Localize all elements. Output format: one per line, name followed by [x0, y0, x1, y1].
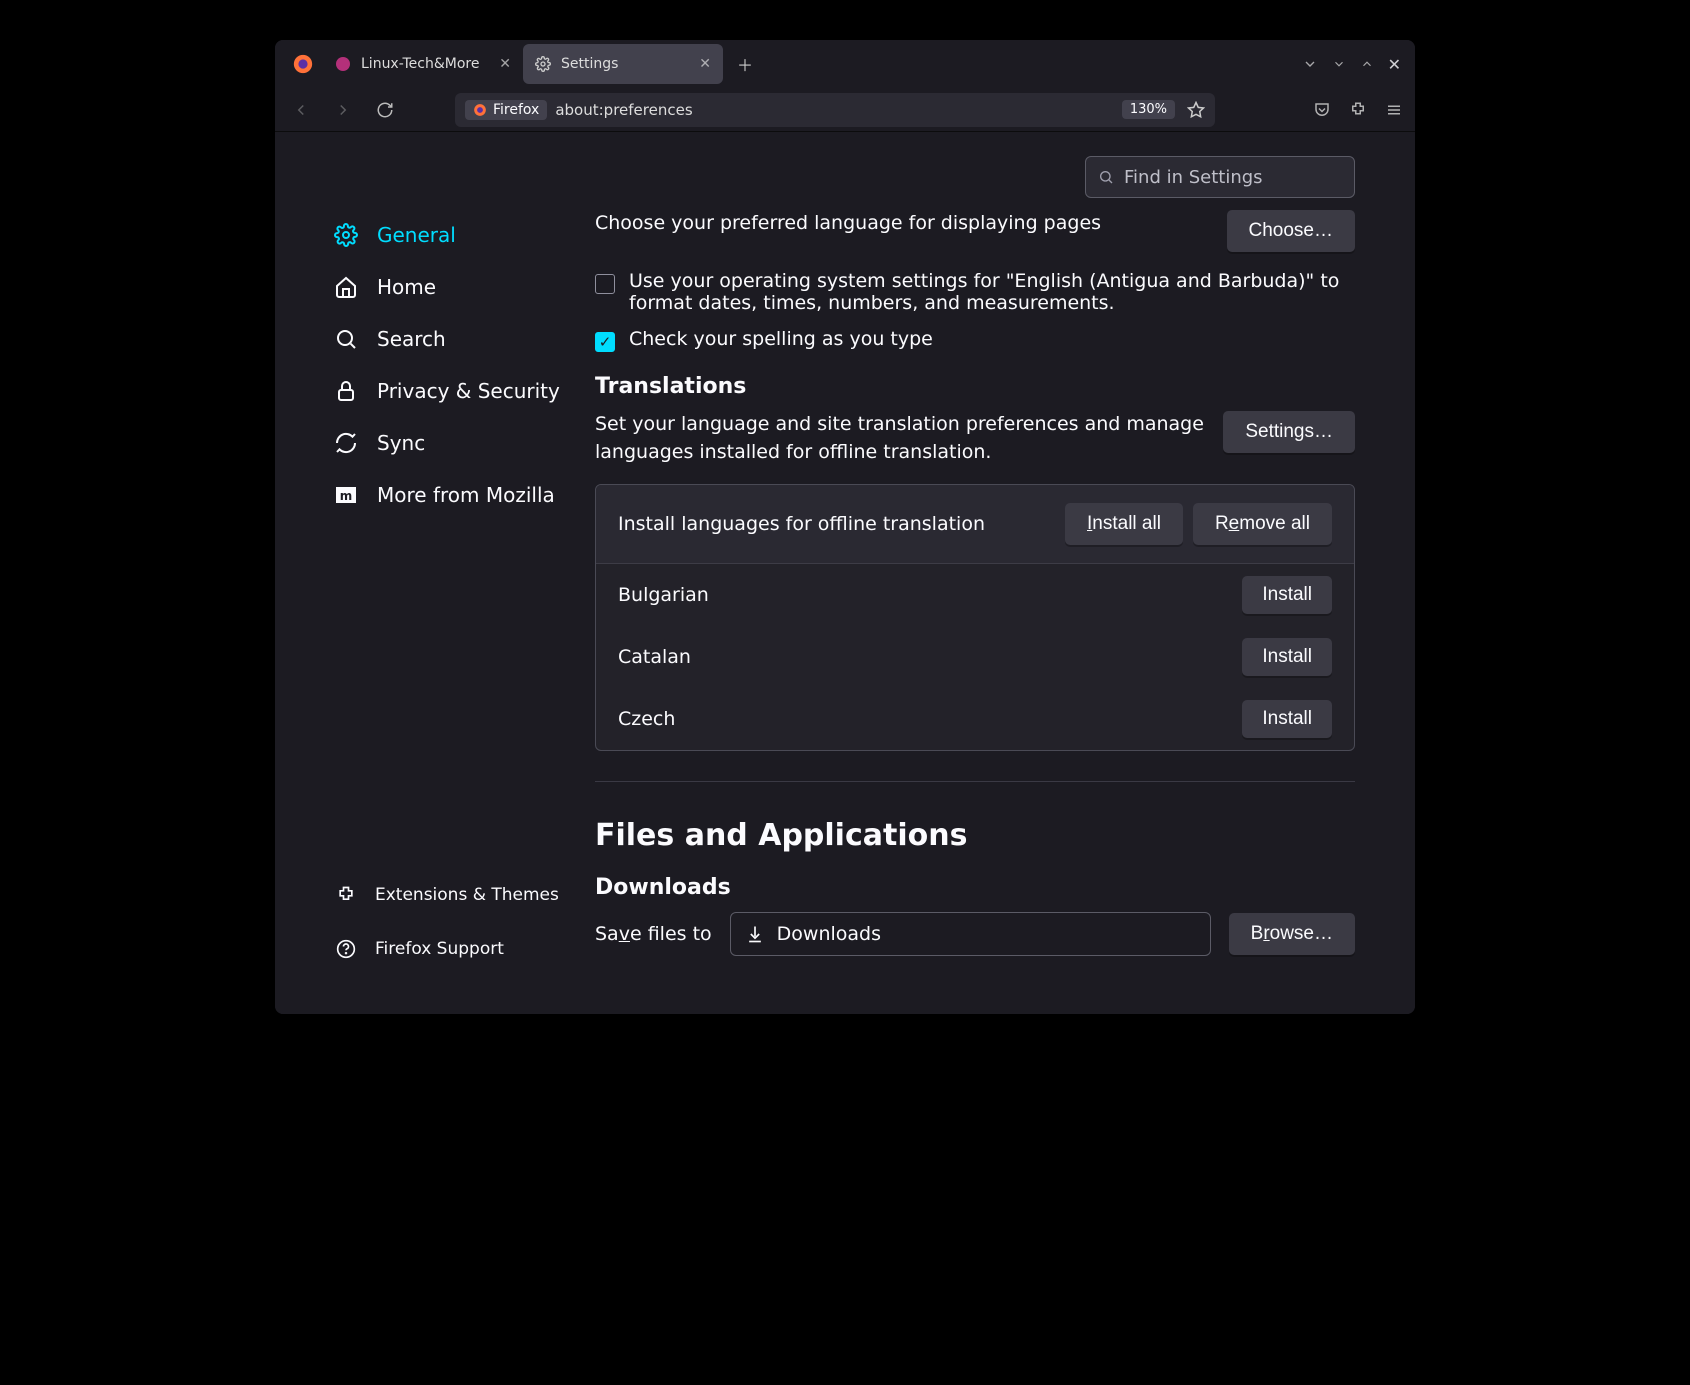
checkbox-label: Check your spelling as you type [629, 328, 933, 350]
translation-language-list[interactable]: Bulgarian Install Catalan Install Czech … [596, 564, 1354, 750]
maximize-button[interactable] [1360, 57, 1374, 71]
sidebar-bottom-label: Firefox Support [375, 939, 504, 959]
application-menu-icon[interactable] [1385, 101, 1403, 119]
checkbox-icon [595, 274, 615, 294]
svg-text:m: m [340, 489, 353, 503]
translation-language-item: Catalan Install [596, 626, 1354, 688]
category-label: More from Mozilla [377, 483, 555, 507]
category-home[interactable]: Home [325, 262, 585, 312]
category-label: Privacy & Security [377, 379, 560, 403]
browse-button[interactable]: Browse… [1229, 913, 1355, 955]
downloads-heading: Downloads [595, 875, 1355, 900]
firefox-app-icon [283, 44, 323, 84]
tab-strip: Linux-Tech&More ✕ Settings ✕ ＋ ✕ [275, 40, 1415, 88]
minimize-button[interactable] [1332, 57, 1346, 71]
tab-linux-tech[interactable]: Linux-Tech&More ✕ [323, 44, 523, 84]
mozilla-icon: m [333, 482, 359, 508]
choose-language-button[interactable]: Choose… [1227, 210, 1356, 252]
spellcheck-checkbox[interactable]: Check your spelling as you type [595, 328, 1355, 352]
sidebar-bottom-label: Extensions & Themes [375, 885, 559, 905]
save-files-to-label: Save files to [595, 923, 712, 945]
puzzle-icon [333, 882, 359, 908]
search-icon [1098, 169, 1114, 185]
checkbox-label: Use your operating system settings for "… [629, 270, 1355, 314]
download-folder-path: Downloads [777, 923, 881, 945]
translations-box: Install languages for offline translatio… [595, 484, 1355, 751]
category-label: General [377, 223, 456, 247]
close-window-button[interactable]: ✕ [1388, 55, 1401, 74]
category-more-mozilla[interactable]: m More from Mozilla [325, 470, 585, 520]
category-sidebar: General Home Search [325, 210, 585, 974]
url-bar[interactable]: Firefox about:preferences 130% [455, 93, 1215, 127]
translations-heading: Translations [595, 374, 1355, 399]
navigation-toolbar: Firefox about:preferences 130% [275, 88, 1415, 132]
settings-search-box[interactable]: Find in Settings [1085, 156, 1355, 198]
main-pane: Choose your preferred language for displ… [585, 210, 1355, 974]
extensions-icon[interactable] [1349, 101, 1367, 119]
url-text: about:preferences [555, 101, 692, 119]
reload-button[interactable] [371, 96, 399, 124]
translation-language-item: Czech Install [596, 688, 1354, 750]
tab-title: Linux-Tech&More [361, 56, 479, 72]
preferences-content: Find in Settings General Home [275, 132, 1415, 1014]
translations-description: Set your language and site translation p… [595, 411, 1205, 466]
category-label: Search [377, 327, 446, 351]
forward-button[interactable] [329, 96, 357, 124]
language-name: Czech [618, 708, 1242, 730]
checkbox-icon [595, 332, 615, 352]
firefox-window: Linux-Tech&More ✕ Settings ✕ ＋ ✕ [275, 40, 1415, 1014]
language-name: Bulgarian [618, 584, 1242, 606]
question-icon [333, 936, 359, 962]
category-label: Sync [377, 431, 425, 455]
search-icon [333, 326, 359, 352]
sidebar-extensions-themes[interactable]: Extensions & Themes [325, 870, 585, 920]
language-choose-prompt: Choose your preferred language for displ… [595, 210, 1209, 238]
list-all-tabs-button[interactable] [1302, 56, 1318, 72]
identity-label: Firefox [493, 102, 539, 118]
identity-box[interactable]: Firefox [465, 100, 547, 120]
use-os-format-checkbox[interactable]: Use your operating system settings for "… [595, 270, 1355, 314]
category-label: Home [377, 275, 436, 299]
category-privacy[interactable]: Privacy & Security [325, 366, 585, 416]
close-icon[interactable]: ✕ [699, 56, 711, 72]
remove-all-button[interactable]: Remove all [1193, 503, 1332, 545]
save-to-pocket-icon[interactable] [1313, 101, 1331, 119]
offline-translation-label: Install languages for offline translatio… [618, 513, 1055, 535]
bookmark-star-icon[interactable] [1183, 101, 1209, 119]
sync-icon [333, 430, 359, 456]
gear-icon [535, 56, 551, 72]
new-tab-button[interactable]: ＋ [729, 48, 761, 80]
home-icon [333, 274, 359, 300]
install-language-button[interactable]: Install [1242, 638, 1332, 676]
translation-language-item: Bulgarian Install [596, 564, 1354, 626]
tab-settings[interactable]: Settings ✕ [523, 44, 723, 84]
translations-settings-button[interactable]: Settings… [1223, 411, 1355, 453]
download-icon [745, 924, 765, 944]
install-language-button[interactable]: Install [1242, 576, 1332, 614]
settings-search-placeholder: Find in Settings [1124, 167, 1263, 188]
category-search[interactable]: Search [325, 314, 585, 364]
category-sync[interactable]: Sync [325, 418, 585, 468]
section-separator [595, 781, 1355, 782]
language-name: Catalan [618, 646, 1242, 668]
lock-icon [333, 378, 359, 404]
category-general[interactable]: General [325, 210, 585, 260]
tab-title: Settings [561, 56, 618, 72]
sidebar-firefox-support[interactable]: Firefox Support [325, 924, 585, 974]
firefox-icon [473, 103, 487, 117]
zoom-indicator[interactable]: 130% [1122, 100, 1175, 119]
close-icon[interactable]: ✕ [499, 56, 511, 72]
favicon-icon [335, 56, 351, 72]
gear-icon [333, 222, 359, 248]
download-folder-field[interactable]: Downloads [730, 912, 1211, 956]
install-language-button[interactable]: Install [1242, 700, 1332, 738]
back-button[interactable] [287, 96, 315, 124]
install-all-button[interactable]: Install all [1065, 503, 1183, 545]
files-and-applications-heading: Files and Applications [595, 818, 1355, 853]
